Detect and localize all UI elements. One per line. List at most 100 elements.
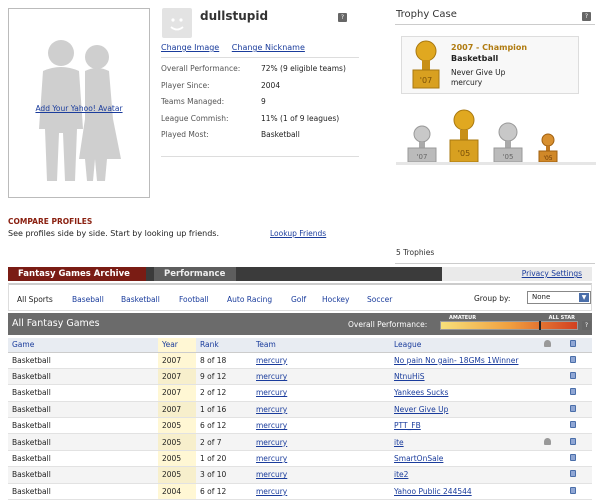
team-link[interactable]: mercury	[256, 454, 287, 463]
cell-privacy	[566, 450, 592, 468]
league-link[interactable]: No pain No gain- 18GMs 1Winner	[394, 356, 518, 365]
stat-overall-performance: Overall Performance: 72% (9 eligible tea…	[161, 64, 346, 73]
league-link[interactable]: PTT_FB	[394, 421, 421, 430]
group-by-select[interactable]: None ▼	[527, 291, 591, 304]
cell-game: Basketball	[8, 450, 158, 468]
stat-player-since: Player Since: 2004	[161, 80, 281, 90]
lock-icon[interactable]	[570, 486, 576, 494]
trophy-label: '05	[458, 149, 470, 158]
lookup-friends-link[interactable]: Lookup Friends	[270, 229, 326, 238]
header-privacy	[566, 338, 592, 353]
cell-game: Basketball	[8, 417, 158, 435]
team-link[interactable]: mercury	[256, 372, 287, 381]
filter-football[interactable]: Football	[179, 295, 209, 304]
header-game[interactable]: Game	[8, 338, 158, 353]
header-rank[interactable]: Rank	[196, 338, 252, 353]
tab-performance[interactable]: Performance	[154, 267, 236, 281]
performance-meter: AMATEUR ALL STAR	[440, 315, 578, 330]
silver-trophy-icon: '07	[407, 125, 437, 163]
cell-year: 2005	[158, 466, 196, 484]
filter-baseball[interactable]: Baseball	[72, 295, 104, 304]
cell-trophy	[540, 450, 566, 468]
cell-year: 2005	[158, 433, 196, 451]
trophies-count: 5 Trophies	[396, 248, 435, 257]
table-row: Basketball 2007 9 of 12 mercury NtnuHiS	[8, 368, 592, 386]
games-table: Game Year Rank Team League Basketball 200…	[8, 338, 592, 501]
champion-league: Never Give Up	[451, 68, 506, 77]
header-year[interactable]: Year	[158, 338, 196, 353]
filter-golf[interactable]: Golf	[291, 295, 306, 304]
league-link[interactable]: ite2	[394, 470, 408, 479]
team-link[interactable]: mercury	[256, 487, 287, 496]
team-link[interactable]: mercury	[256, 388, 287, 397]
cell-privacy	[566, 352, 592, 369]
trophy-help-icon[interactable]: ?	[582, 12, 591, 21]
stat-teams-managed: Teams Managed: 9	[161, 97, 266, 106]
tab-fantasy-games-archive[interactable]: Fantasy Games Archive	[8, 267, 146, 281]
cell-privacy	[566, 433, 592, 451]
team-link[interactable]: mercury	[256, 421, 287, 430]
add-avatar-link[interactable]: Add Your Yahoo! Avatar	[9, 104, 149, 113]
header-trophy	[540, 338, 566, 353]
trophy-shelf: '07 '05 '05 '05	[396, 109, 596, 165]
lock-icon[interactable]	[570, 388, 576, 396]
cell-privacy	[566, 417, 592, 435]
compare-profiles-text: See profiles side by side. Start by look…	[8, 229, 220, 238]
league-link[interactable]: SmartOnSale	[394, 454, 443, 463]
lock-icon[interactable]	[570, 470, 576, 478]
cell-game: Basketball	[8, 483, 158, 501]
lock-icon[interactable]	[570, 421, 576, 429]
profile-image	[162, 8, 192, 38]
league-link[interactable]: Yahoo Public 244544	[394, 487, 472, 496]
cell-trophy	[540, 466, 566, 484]
league-link[interactable]: Never Give Up	[394, 405, 448, 414]
team-link[interactable]: mercury	[256, 438, 287, 447]
username: dullstupid	[200, 9, 269, 23]
header-team[interactable]: Team	[252, 338, 390, 353]
lock-icon[interactable]	[570, 372, 576, 380]
team-link[interactable]: mercury	[256, 470, 287, 479]
trophy-icon	[544, 340, 551, 348]
change-nickname-link[interactable]: Change Nickname	[232, 43, 305, 52]
league-link[interactable]: NtnuHiS	[394, 372, 425, 381]
performance-help-icon[interactable]: ?	[582, 321, 591, 330]
cell-trophy	[540, 433, 566, 451]
league-link[interactable]: Yankees Sucks	[394, 388, 448, 397]
lock-icon[interactable]	[570, 404, 576, 412]
header-league[interactable]: League	[390, 338, 540, 353]
stat-league-commish: League Commish: 11% (1 of 9 leagues)	[161, 113, 340, 123]
filter-auto-racing[interactable]: Auto Racing	[227, 295, 272, 304]
cell-trophy	[540, 417, 566, 435]
cell-rank: 2 of 12	[196, 384, 252, 402]
cell-rank: 1 of 20	[196, 450, 252, 468]
champion-team: mercury	[451, 78, 483, 87]
filter-soccer[interactable]: Soccer	[367, 295, 392, 304]
cell-game: Basketball	[8, 384, 158, 402]
filter-all-sports[interactable]: All Sports	[17, 295, 53, 304]
lock-icon[interactable]	[570, 355, 576, 363]
profile-links: Change Image Change Nickname	[161, 43, 315, 52]
team-link[interactable]: mercury	[256, 356, 287, 365]
lock-icon[interactable]	[570, 454, 576, 462]
cell-game: Basketball	[8, 466, 158, 484]
meter-all-star-label: ALL STAR	[548, 315, 575, 321]
cell-privacy	[566, 466, 592, 484]
profile-stats: Overall Performance: 72% (9 eligible tea…	[161, 64, 361, 147]
bronze-trophy-icon: '05	[538, 133, 558, 163]
trophy-label: '07	[420, 76, 432, 85]
table-row: Basketball 2005 6 of 12 mercury PTT_FB	[8, 417, 592, 435]
profile-help-icon[interactable]: ?	[338, 13, 347, 22]
avatar-panel: Add Your Yahoo! Avatar	[8, 8, 150, 198]
group-by-value: None	[532, 293, 551, 301]
sport-filter-bar: All Sports Baseball Basketball Football …	[8, 283, 592, 311]
cell-game: Basketball	[8, 401, 158, 419]
team-link[interactable]: mercury	[256, 405, 287, 414]
stat-played-most: Played Most: Basketball	[161, 130, 300, 139]
change-image-link[interactable]: Change Image	[161, 43, 219, 52]
filter-basketball[interactable]: Basketball	[121, 295, 160, 304]
divider	[161, 156, 359, 157]
lock-icon[interactable]	[570, 437, 576, 445]
league-link[interactable]: ite	[394, 438, 404, 447]
privacy-settings-link[interactable]: Privacy Settings	[442, 267, 592, 281]
filter-hockey[interactable]: Hockey	[322, 295, 349, 304]
